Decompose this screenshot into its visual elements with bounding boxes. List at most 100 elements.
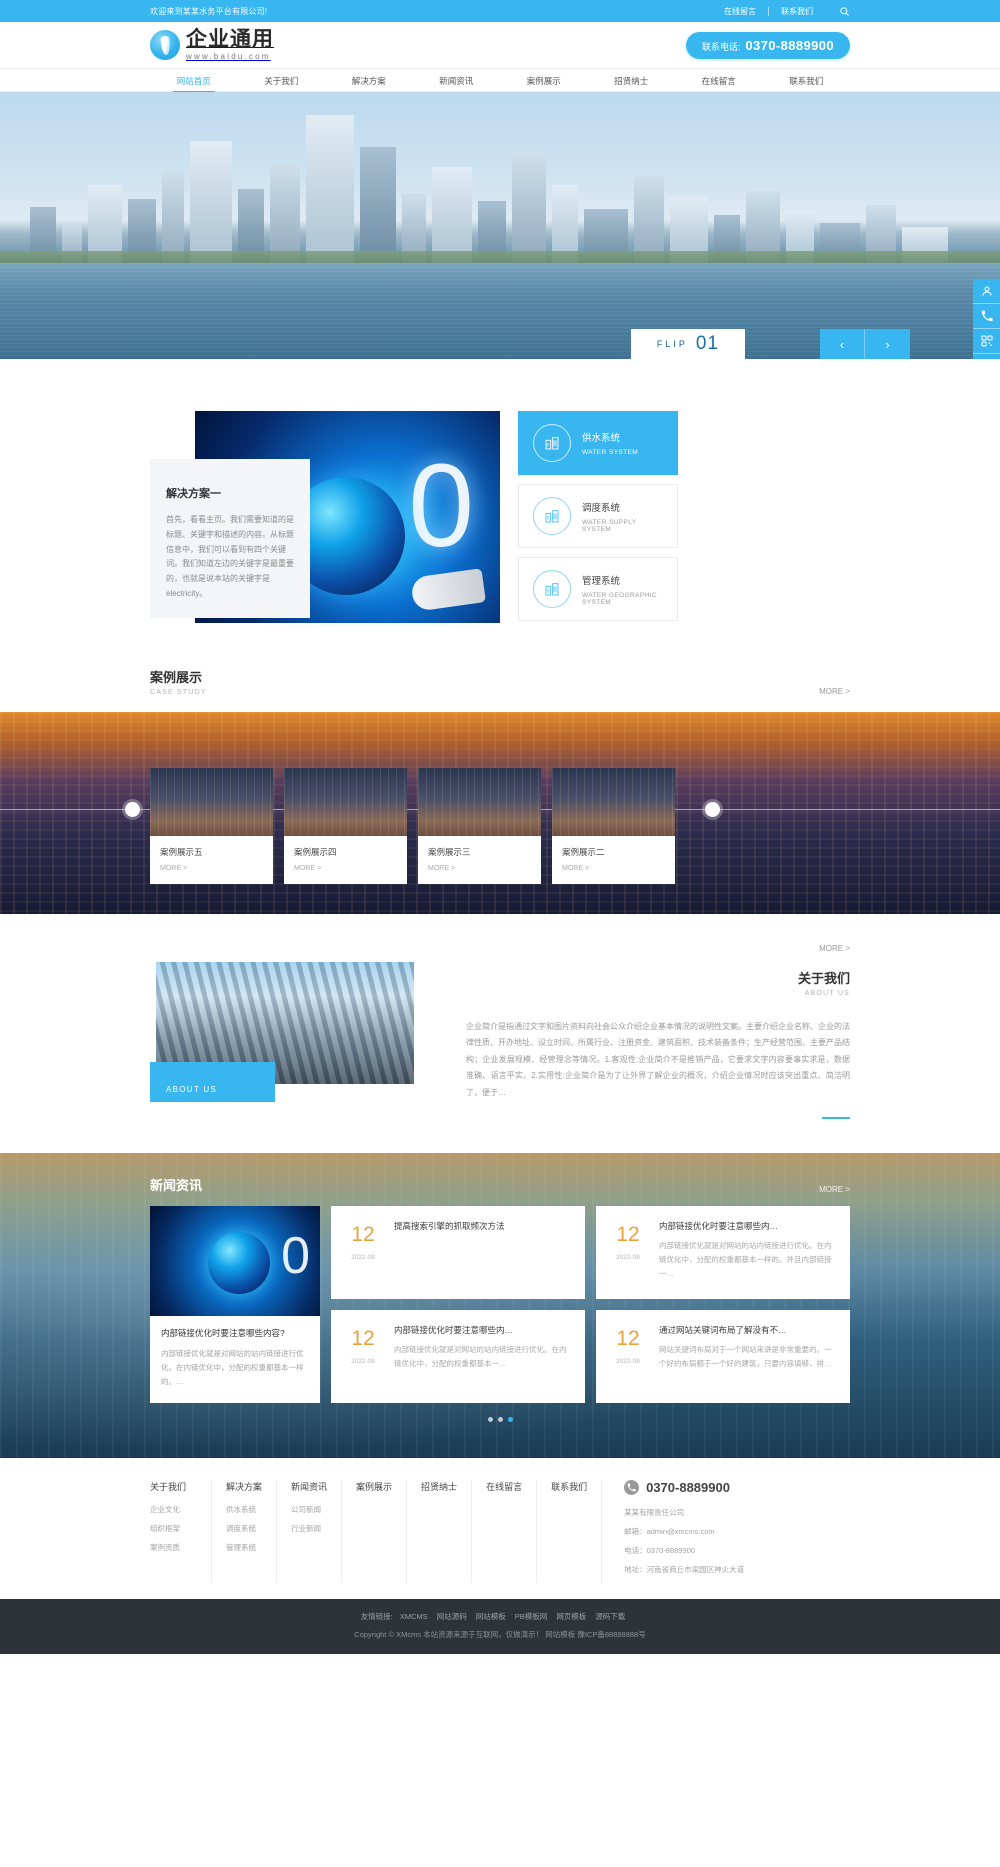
- friend-links: 友情链接: XMCMS 网站源码 网站模板 PB模板网 网页模板 源码下载: [0, 1611, 1000, 1622]
- case-card-3[interactable]: 案例展示二 MORE >: [552, 768, 675, 884]
- footer-link[interactable]: 案例资质: [150, 1542, 197, 1553]
- case-card-1[interactable]: 案例展示四 MORE >: [284, 768, 407, 884]
- news-year-month: 2022-08: [616, 1253, 640, 1261]
- logo-title: 企业通用: [186, 28, 274, 51]
- footer-link[interactable]: 供水系统: [226, 1504, 262, 1515]
- case-section-header: 案例展示 CASE STUDY MORE >: [150, 653, 850, 712]
- friend-link-1[interactable]: 网站源码: [437, 1612, 467, 1621]
- news-list: 12 2022-08 提高搜索引擎的抓取频次方法 12 2022-08 内部链接优化时要注…: [331, 1205, 850, 1403]
- footer-link[interactable]: 组织框架: [150, 1523, 197, 1534]
- nav-item-1[interactable]: 关于我们: [238, 69, 326, 93]
- case-more[interactable]: MORE >: [294, 865, 397, 872]
- news-more-link[interactable]: MORE >: [819, 1185, 850, 1194]
- nav-item-0[interactable]: 网站首页: [150, 69, 238, 93]
- footer-link[interactable]: 行业新闻: [291, 1523, 327, 1534]
- case-card-0[interactable]: 案例展示五 MORE >: [150, 768, 273, 884]
- friend-link-5[interactable]: 源码下载: [595, 1612, 625, 1621]
- topbar-link-contact[interactable]: 联系我们: [769, 6, 825, 17]
- banner-next-button[interactable]: ›: [865, 329, 910, 359]
- solution-item-name: 调度系统: [582, 502, 621, 514]
- footer-link[interactable]: 调度系统: [226, 1523, 262, 1534]
- news-card-3[interactable]: 12 2022-08 通过网站关键词布局了解没有不… 网站关键词布局对于一个网站来讲是…: [596, 1309, 850, 1403]
- footer-link[interactable]: 公司新闻: [291, 1504, 327, 1515]
- case-more[interactable]: MORE >: [160, 865, 263, 872]
- news-card-0[interactable]: 12 2022-08 提高搜索引擎的抓取频次方法: [331, 1205, 585, 1299]
- news-dot-2[interactable]: [507, 1416, 513, 1422]
- building-icon: [533, 424, 571, 462]
- qrcode-icon[interactable]: [973, 329, 1000, 354]
- case-card-2[interactable]: 案例展示三 MORE >: [418, 768, 541, 884]
- solution-item-1[interactable]: 调度系统 WATER SUPPLY SYSTEM: [518, 484, 678, 548]
- news-day: 12: [616, 1326, 640, 1350]
- search-icon[interactable]: [839, 6, 850, 17]
- news-date: 12 2022-08: [609, 1220, 647, 1285]
- phone-label: 联系电话:: [701, 41, 741, 52]
- footer-column-title[interactable]: 联系我们: [551, 1480, 587, 1493]
- footer-column-6: 联系我们: [537, 1479, 603, 1583]
- case-timeline-dot-left[interactable]: [125, 802, 140, 817]
- solution-visual: 0 解决方案一 首先，看看主页。我们需要知道的是标题、关键字和描述的内容。从标题…: [150, 411, 500, 623]
- friend-link-4[interactable]: 网页模板: [556, 1612, 586, 1621]
- about-badge: ABOUT US: [150, 1062, 275, 1102]
- news-card-2[interactable]: 12 2022-08 内部链接优化时要注意哪些内… 内部链接优化就是对网站的站内链接进…: [331, 1309, 585, 1403]
- nav-item-4[interactable]: 案例展示: [500, 69, 588, 93]
- bottom-bar: 友情链接: XMCMS 网站源码 网站模板 PB模板网 网页模板 源码下载 Copyrig…: [0, 1598, 1000, 1654]
- banner-prev-button[interactable]: ‹: [820, 329, 865, 359]
- footer-column-title[interactable]: 解决方案: [226, 1480, 262, 1493]
- template-link[interactable]: 网站模板: [545, 1630, 575, 1639]
- header-phone-pill[interactable]: 联系电话: 0370-8889900: [685, 31, 850, 59]
- footer-link[interactable]: 企业文化: [150, 1504, 197, 1515]
- case-name: 案例展示三: [428, 847, 471, 857]
- news-item-desc: 内部链接优化就是对网站的站内链接进行优化。在内链优化中，分配的权重都基本一样的。…: [659, 1240, 832, 1278]
- news-day: 12: [351, 1222, 375, 1246]
- friend-link-3[interactable]: PB模板网: [515, 1612, 548, 1621]
- logo-domain: www.baidu.com: [186, 52, 271, 61]
- nav-item-6[interactable]: 在线留言: [675, 69, 763, 93]
- friend-link-2[interactable]: 网站模板: [476, 1612, 506, 1621]
- nav-item-7[interactable]: 联系我们: [763, 69, 851, 93]
- case-thumbnail: [150, 768, 273, 836]
- footer-column-title[interactable]: 新闻资讯: [291, 1480, 327, 1493]
- case-name: 案例展示五: [160, 847, 203, 857]
- news-dot-1[interactable]: [497, 1416, 503, 1422]
- news-feature-card[interactable]: 0 内部链接优化时要注意哪些内容? 内部链接优化就是对网站的站内链接进行优化。在…: [150, 1205, 320, 1403]
- friend-link-0[interactable]: XMCMS: [400, 1612, 428, 1621]
- icp-link[interactable]: 豫ICP备88888888号: [577, 1630, 645, 1639]
- topbar-link-message[interactable]: 在线留言: [712, 6, 768, 17]
- news-dot-0[interactable]: [487, 1416, 493, 1422]
- solution-item-0[interactable]: 供水系统 WATER SYSTEM: [518, 411, 678, 475]
- nav-item-5[interactable]: 招贤纳士: [588, 69, 676, 93]
- site-logo[interactable]: 企业通用 www.baidu.com: [150, 29, 274, 61]
- footer-link[interactable]: 管理系统: [226, 1542, 262, 1553]
- phone-icon[interactable]: [973, 304, 1000, 329]
- news-item-title: 内部链接优化时要注意哪些内…: [659, 1220, 779, 1231]
- news-day: 12: [616, 1222, 640, 1246]
- back-to-top-icon[interactable]: [973, 354, 1000, 359]
- case-timeline-dot-right[interactable]: [705, 802, 720, 817]
- flip-number: 01: [695, 333, 719, 354]
- solution-item-en: WATER SYSTEM: [582, 449, 639, 456]
- customer-service-icon[interactable]: [973, 279, 1000, 304]
- news-year-month: 2022-08: [351, 1253, 375, 1261]
- solution-item-2[interactable]: 管理系统 WATER GEOGRAPHIC SYSTEM: [518, 557, 678, 621]
- case-more[interactable]: MORE >: [428, 865, 531, 872]
- case-more-link[interactable]: MORE >: [819, 687, 850, 696]
- news-card-1[interactable]: 12 2022-08 内部链接优化时要注意哪些内… 内部链接优化就是对网站的站内链接进…: [596, 1205, 850, 1299]
- nav-item-2[interactable]: 解决方案: [325, 69, 413, 93]
- footer-company: 某某有限责任公司: [624, 1507, 685, 1517]
- footer-column-4: 招贤纳士: [407, 1479, 473, 1583]
- case-more[interactable]: MORE >: [562, 865, 665, 872]
- about-more-link[interactable]: MORE >: [819, 944, 850, 953]
- news-title: 新闻资讯: [150, 1177, 203, 1193]
- footer-column-title[interactable]: 关于我们: [150, 1480, 197, 1493]
- footer-tel: 电话：0370-8889900: [624, 1545, 695, 1555]
- news-year-month: 2022-08: [616, 1357, 640, 1365]
- footer-column-title[interactable]: 案例展示: [356, 1480, 392, 1493]
- solution-section: 0 解决方案一 首先，看看主页。我们需要知道的是标题、关键字和描述的内容。从标题…: [0, 359, 1000, 653]
- nav-item-3[interactable]: 新闻资讯: [413, 69, 501, 93]
- footer-column-title[interactable]: 在线留言: [486, 1480, 522, 1493]
- case-thumbnail: [418, 768, 541, 836]
- about-figure: ABOUT US: [150, 962, 414, 1102]
- footer-column-title[interactable]: 招贤纳士: [421, 1480, 457, 1493]
- phone-icon: [624, 1479, 640, 1495]
